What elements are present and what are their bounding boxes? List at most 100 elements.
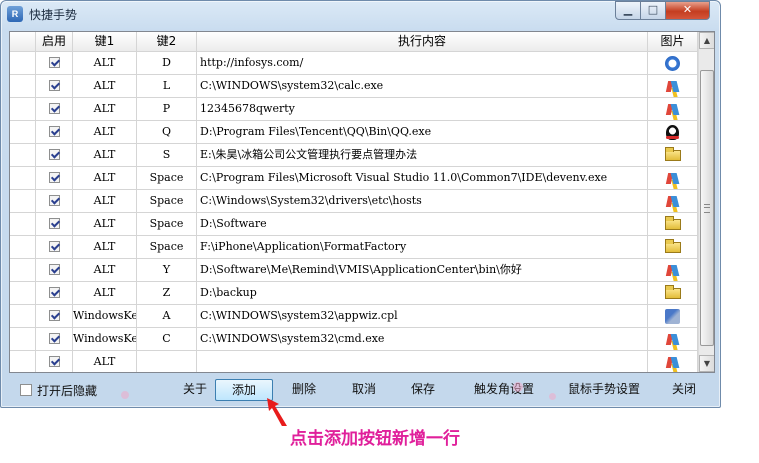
icon-cell[interactable] <box>648 236 698 258</box>
scroll-down-button[interactable]: ▼ <box>699 355 714 372</box>
command-cell[interactable]: D:\Software <box>197 213 648 235</box>
command-cell[interactable]: C:\Program Files\Microsoft Visual Studio… <box>197 167 648 189</box>
enabled-checkbox[interactable] <box>48 310 60 321</box>
key2-cell[interactable]: S <box>137 144 197 166</box>
enabled-cell[interactable] <box>36 144 73 166</box>
key2-cell[interactable]: Space <box>137 236 197 258</box>
icon-cell[interactable] <box>648 167 698 189</box>
row-header[interactable] <box>10 351 36 372</box>
row-header[interactable] <box>10 305 36 327</box>
key1-cell[interactable]: ALT <box>73 236 137 258</box>
key1-cell[interactable]: ALT <box>73 259 137 281</box>
command-cell[interactable]: 12345678qwerty <box>197 98 648 120</box>
key1-cell[interactable]: ALT <box>73 190 137 212</box>
row-header[interactable] <box>10 121 36 143</box>
icon-cell[interactable] <box>648 121 698 143</box>
enabled-checkbox[interactable] <box>48 126 60 137</box>
enabled-checkbox[interactable] <box>48 333 60 344</box>
key2-cell[interactable]: Space <box>137 190 197 212</box>
row-header[interactable] <box>10 282 36 304</box>
key1-cell[interactable]: ALT <box>73 282 137 304</box>
enabled-checkbox[interactable] <box>48 57 60 68</box>
enabled-cell[interactable] <box>36 305 73 327</box>
hide-on-open-checkbox[interactable] <box>20 384 32 396</box>
key1-cell[interactable]: ALT <box>73 121 137 143</box>
table-row[interactable]: WindowsKey A C:\WINDOWS\system32\appwiz.cp… <box>10 305 698 328</box>
enabled-cell[interactable] <box>36 98 73 120</box>
key1-cell[interactable]: ALT <box>73 98 137 120</box>
col-key1[interactable]: 键1 <box>73 32 137 51</box>
key1-cell[interactable]: ALT <box>73 351 137 372</box>
enabled-checkbox[interactable] <box>48 149 60 160</box>
table-row[interactable]: ALT L C:\WINDOWS\system32\calc.exe <box>10 75 698 98</box>
table-row[interactable]: ALT Dhttp://infosys.com/ <box>10 52 698 75</box>
row-header[interactable] <box>10 75 36 97</box>
key2-cell[interactable]: Z <box>137 282 197 304</box>
row-header[interactable] <box>10 167 36 189</box>
enabled-cell[interactable] <box>36 213 73 235</box>
key1-cell[interactable]: WindowsKey <box>73 328 137 350</box>
table-row[interactable]: ALT Space F:\iPhone\Application\FormatFact… <box>10 236 698 259</box>
command-cell[interactable]: D:\Program Files\Tencent\QQ\Bin\QQ.exe <box>197 121 648 143</box>
command-cell[interactable]: C:\WINDOWS\system32\appwiz.cpl <box>197 305 648 327</box>
scroll-up-button[interactable]: ▲ <box>699 32 714 49</box>
key2-cell[interactable]: Space <box>137 213 197 235</box>
key1-cell[interactable]: WindowsKey <box>73 305 137 327</box>
row-header[interactable] <box>10 236 36 258</box>
minimize-button[interactable]: ▁ <box>615 1 641 20</box>
command-cell[interactable]: C:\WINDOWS\system32\calc.exe <box>197 75 648 97</box>
row-header[interactable] <box>10 98 36 120</box>
row-header[interactable] <box>10 259 36 281</box>
enabled-cell[interactable] <box>36 282 73 304</box>
key2-cell[interactable]: D <box>137 52 197 74</box>
key1-cell[interactable]: ALT <box>73 144 137 166</box>
enabled-checkbox[interactable] <box>48 356 60 367</box>
enabled-checkbox[interactable] <box>48 172 60 183</box>
col-key2[interactable]: 键2 <box>137 32 197 51</box>
icon-cell[interactable] <box>648 144 698 166</box>
command-cell[interactable]: E:\朱昊\冰箱公司公文管理执行要点管理办法 <box>197 144 648 166</box>
enabled-cell[interactable] <box>36 328 73 350</box>
corner-settings-button[interactable]: 触发角设置 <box>467 379 541 401</box>
icon-cell[interactable] <box>648 328 698 350</box>
key2-cell[interactable]: P <box>137 98 197 120</box>
key2-cell[interactable]: Y <box>137 259 197 281</box>
key2-cell[interactable]: L <box>137 75 197 97</box>
icon-cell[interactable] <box>648 259 698 281</box>
key2-cell[interactable]: Q <box>137 121 197 143</box>
about-button[interactable]: 关于 <box>175 379 215 401</box>
enabled-cell[interactable] <box>36 75 73 97</box>
icon-cell[interactable] <box>648 98 698 120</box>
row-header[interactable] <box>10 190 36 212</box>
command-cell[interactable] <box>197 351 648 372</box>
command-cell[interactable]: C:\WINDOWS\system32\cmd.exe <box>197 328 648 350</box>
table-row[interactable]: ALT P 12345678qwerty <box>10 98 698 121</box>
col-command[interactable]: 执行内容 <box>197 32 648 51</box>
key1-cell[interactable]: ALT <box>73 52 137 74</box>
maximize-button[interactable]: □ <box>640 1 666 20</box>
enabled-checkbox[interactable] <box>48 80 60 91</box>
enabled-checkbox[interactable] <box>48 241 60 252</box>
vertical-scrollbar[interactable]: ▲ ▼ <box>698 32 714 372</box>
key2-cell[interactable]: C <box>137 328 197 350</box>
scroll-thumb[interactable] <box>700 70 714 346</box>
enabled-cell[interactable] <box>36 121 73 143</box>
table-row[interactable]: ALT S E:\朱昊\冰箱公司公文管理执行要点管理办法 <box>10 144 698 167</box>
enabled-checkbox[interactable] <box>48 287 60 298</box>
enabled-checkbox[interactable] <box>48 103 60 114</box>
command-cell[interactable]: http://infosys.com/ <box>197 52 648 74</box>
row-header[interactable] <box>10 52 36 74</box>
close-button[interactable]: 关闭 <box>664 379 704 401</box>
key2-cell[interactable]: Space <box>137 167 197 189</box>
table-row[interactable]: ALT Space D:\Software <box>10 213 698 236</box>
table-row[interactable]: WindowsKey C C:\WINDOWS\system32\cmd.exe <box>10 328 698 351</box>
key2-cell[interactable] <box>137 351 197 372</box>
enabled-checkbox[interactable] <box>48 195 60 206</box>
enabled-checkbox[interactable] <box>48 218 60 229</box>
row-header[interactable] <box>10 328 36 350</box>
key1-cell[interactable]: ALT <box>73 167 137 189</box>
table-row[interactable]: ALT Space C:\Program Files\Microsoft Visua… <box>10 167 698 190</box>
icon-cell[interactable] <box>648 213 698 235</box>
command-cell[interactable]: F:\iPhone\Application\FormatFactory <box>197 236 648 258</box>
key1-cell[interactable]: ALT <box>73 213 137 235</box>
